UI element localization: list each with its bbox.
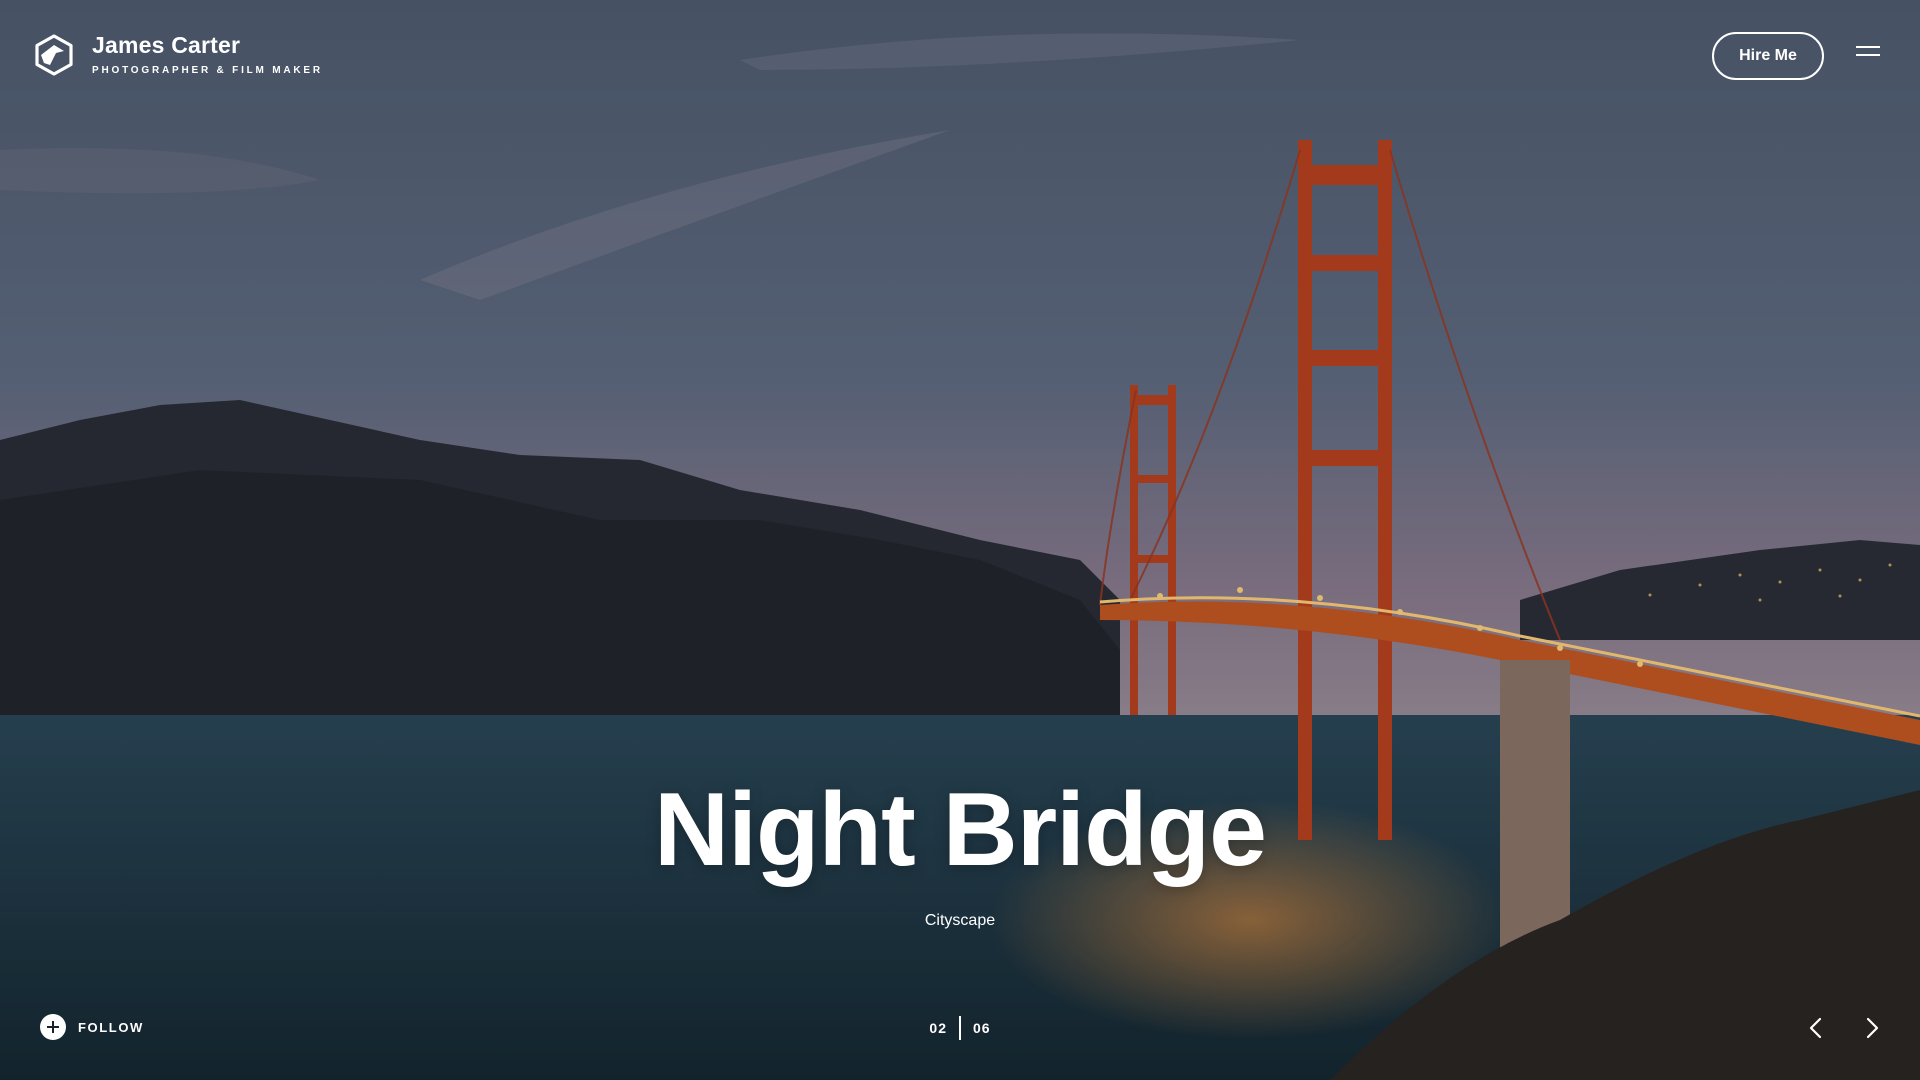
slide-total: 06 <box>973 1020 991 1036</box>
hamburger-icon[interactable] <box>1856 46 1880 62</box>
slide-category[interactable]: Cityscape <box>0 912 1920 930</box>
brand[interactable]: James Carter PHOTOGRAPHER & FILM MAKER <box>32 30 323 77</box>
slide-title: Night Bridge <box>654 772 1267 888</box>
chevron-left-icon <box>1809 1017 1822 1039</box>
counter-divider <box>959 1016 961 1040</box>
prev-slide-button[interactable] <box>1802 1014 1830 1042</box>
brand-tagline: PHOTOGRAPHER & FILM MAKER <box>92 65 323 76</box>
chevron-right-icon <box>1866 1017 1879 1039</box>
slide-counter: 02 06 <box>0 1016 1920 1040</box>
next-slide-button[interactable] <box>1858 1014 1886 1042</box>
hire-me-button[interactable]: Hire Me <box>1712 32 1824 80</box>
logo-icon <box>35 34 73 76</box>
slide-current: 02 <box>929 1020 947 1036</box>
brand-name: James Carter <box>92 32 241 58</box>
